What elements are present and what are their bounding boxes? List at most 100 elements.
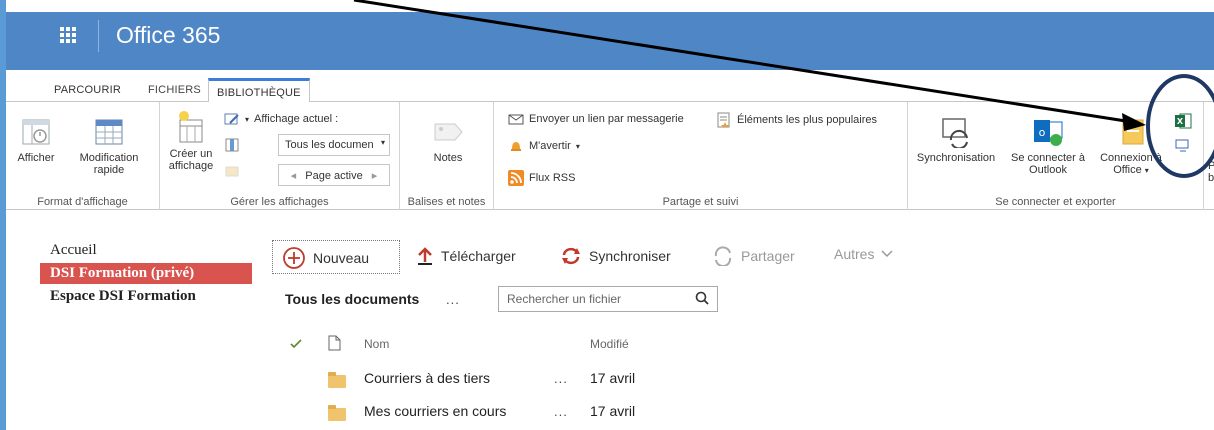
outlook-label-1: Se connecter à bbox=[1011, 152, 1085, 164]
sync-arrows-icon bbox=[562, 247, 580, 265]
mavertir-button[interactable]: M'avertir ▾ bbox=[508, 138, 580, 154]
select-caret-icon: ▾ bbox=[380, 138, 385, 147]
select-all-check-icon[interactable] bbox=[290, 339, 302, 349]
top-strip bbox=[6, 0, 1214, 12]
outlook-label-2: Outlook bbox=[1029, 164, 1067, 176]
prev-page-icon[interactable]: ◂ bbox=[291, 170, 297, 182]
group-label-gerer: Gérer les affichages bbox=[230, 196, 329, 208]
folder-icon bbox=[328, 372, 346, 388]
column-header-nom[interactable]: Nom bbox=[364, 337, 389, 351]
suite-title[interactable]: Office 365 bbox=[116, 22, 220, 49]
telecharger-label: Télécharger bbox=[441, 248, 516, 264]
creer-affichage-button[interactable]: Créer un affichage bbox=[166, 108, 216, 172]
synchroniser-button[interactable]: Synchroniser bbox=[560, 246, 671, 266]
navigate-up-icon bbox=[225, 166, 239, 177]
synchronisation-button[interactable]: Synchronisation bbox=[910, 116, 1002, 164]
office-caret-icon: ▾ bbox=[1144, 166, 1149, 175]
view-icon bbox=[22, 119, 50, 145]
afficher-button[interactable]: Afficher bbox=[8, 116, 64, 164]
telecharger-button[interactable]: Télécharger bbox=[416, 246, 516, 266]
view-title[interactable]: Tous les documents bbox=[285, 291, 419, 307]
export-icon[interactable] bbox=[1174, 138, 1192, 154]
current-view-select[interactable]: Tous les documen ▾ bbox=[278, 134, 390, 156]
chevron-down-icon bbox=[881, 250, 893, 258]
excel-icon[interactable]: X bbox=[1174, 112, 1192, 130]
synchronisation-label: Synchronisation bbox=[916, 152, 996, 164]
office-label-1: Connexion à bbox=[1100, 152, 1162, 164]
modification-label-1: Modification bbox=[79, 152, 139, 164]
modify-view-button[interactable]: ▾ Affichage actuel : bbox=[224, 112, 338, 126]
nav-espace-dsi-formation[interactable]: Espace DSI Formation bbox=[40, 286, 252, 307]
synchroniser-label: Synchroniser bbox=[589, 248, 671, 264]
group-format-affichage: Afficher Modification rapide Format d'af… bbox=[6, 102, 160, 210]
office-connect-icon bbox=[1122, 119, 1144, 145]
search-input[interactable]: Rechercher un fichier bbox=[498, 286, 718, 312]
nouveau-label: Nouveau bbox=[313, 250, 370, 266]
svg-text:o: o bbox=[1039, 126, 1046, 139]
outlook-icon: o bbox=[1034, 120, 1063, 146]
envelope-icon bbox=[508, 114, 524, 125]
populaires-label: Éléments les plus populaires bbox=[737, 114, 878, 126]
page-active-nav[interactable]: ◂ Page active ▸ bbox=[278, 164, 390, 186]
popular-items-icon bbox=[717, 112, 730, 128]
group-label-balises: Balises et notes bbox=[407, 196, 486, 208]
bell-icon bbox=[511, 142, 521, 151]
office-label-2: Office bbox=[1113, 164, 1142, 176]
ribbon-tabs: PARCOURIR FICHIERS BIBLIOTHÈQUE bbox=[6, 70, 1214, 103]
left-nav: Accueil DSI Formation (privé) Espace DSI… bbox=[40, 240, 252, 309]
group-label-connecter: Se connecter et exporter bbox=[995, 196, 1116, 208]
list-item-name[interactable]: Mes courriers en cours bbox=[364, 403, 506, 419]
column-header-modifie[interactable]: Modifié bbox=[590, 337, 629, 351]
modify-column-icon[interactable] bbox=[224, 136, 240, 152]
ribbon: Afficher Modification rapide Format d'af… bbox=[6, 102, 1214, 210]
populaires-button[interactable]: Éléments les plus populaires bbox=[716, 112, 877, 128]
search-placeholder: Rechercher un fichier bbox=[507, 292, 622, 306]
tab-parcourir[interactable]: PARCOURIR bbox=[46, 78, 129, 103]
envoyer-lien-button[interactable]: Envoyer un lien par messagerie bbox=[508, 112, 684, 126]
quick-edit-icon bbox=[95, 119, 123, 145]
creer-label-1: Créer un bbox=[169, 148, 213, 160]
afficher-label: Afficher bbox=[17, 152, 55, 164]
nouveau-command[interactable]: Nouveau bbox=[282, 246, 369, 270]
group-gerer-affichages: Créer un affichage ▾ Affichage actuel : … bbox=[160, 102, 400, 210]
flux-rss-button[interactable]: Flux RSS bbox=[508, 170, 575, 186]
group-partage-suivi: Envoyer un lien par messagerie Éléments … bbox=[494, 102, 908, 210]
group-label-format: Format d'affichage bbox=[37, 196, 128, 208]
list-item-name[interactable]: Courriers à des tiers bbox=[364, 370, 490, 386]
autres-button[interactable]: Autres bbox=[834, 246, 893, 262]
flux-label: Flux RSS bbox=[529, 172, 576, 184]
app-launcher-icon[interactable] bbox=[40, 12, 96, 58]
modification-label-2: rapide bbox=[93, 164, 125, 176]
truncated-button[interactable]: P b bbox=[1208, 160, 1214, 184]
tab-bibliotheque[interactable]: BIBLIOTHÈQUE bbox=[208, 78, 310, 103]
mavertir-label: M'avertir bbox=[529, 140, 571, 152]
creer-label-2: affichage bbox=[168, 160, 214, 172]
list-item-menu-dots[interactable]: ... bbox=[554, 371, 568, 386]
nav-accueil[interactable]: Accueil bbox=[40, 240, 252, 261]
nav-dsi-formation-prive[interactable]: DSI Formation (privé) bbox=[40, 263, 252, 284]
next-page-icon[interactable]: ▸ bbox=[372, 170, 378, 182]
modification-rapide-button[interactable]: Modification rapide bbox=[68, 116, 150, 176]
search-icon[interactable] bbox=[695, 291, 709, 305]
tab-fichiers[interactable]: FICHIERS bbox=[140, 78, 209, 103]
truncated-label-2: b bbox=[1208, 172, 1214, 184]
notes-button[interactable]: Notes bbox=[418, 116, 478, 164]
upload-arrow-icon bbox=[418, 247, 432, 265]
svg-text:X: X bbox=[1177, 117, 1184, 126]
view-more-dots[interactable]: ... bbox=[446, 292, 460, 307]
truncated-label-1: P bbox=[1208, 160, 1214, 172]
dropdown-caret-icon: ▾ bbox=[245, 114, 250, 124]
partager-button[interactable]: Partager bbox=[712, 246, 795, 266]
edit-view-icon bbox=[224, 113, 239, 125]
notes-label: Notes bbox=[433, 152, 463, 164]
suite-divider bbox=[98, 20, 99, 52]
suite-bar: Office 365 bbox=[6, 0, 1214, 70]
connexion-office-button[interactable]: Connexion à Office ▾ bbox=[1094, 116, 1168, 177]
page-active-label: Page active bbox=[305, 170, 363, 182]
list-item-modified: 17 avril bbox=[590, 370, 636, 386]
sync-icon bbox=[942, 118, 968, 148]
partager-label: Partager bbox=[741, 248, 795, 264]
share-icon bbox=[714, 246, 732, 266]
list-item-menu-dots[interactable]: ... bbox=[554, 404, 568, 419]
connecter-outlook-button[interactable]: o Se connecter à Outlook bbox=[1004, 116, 1092, 176]
